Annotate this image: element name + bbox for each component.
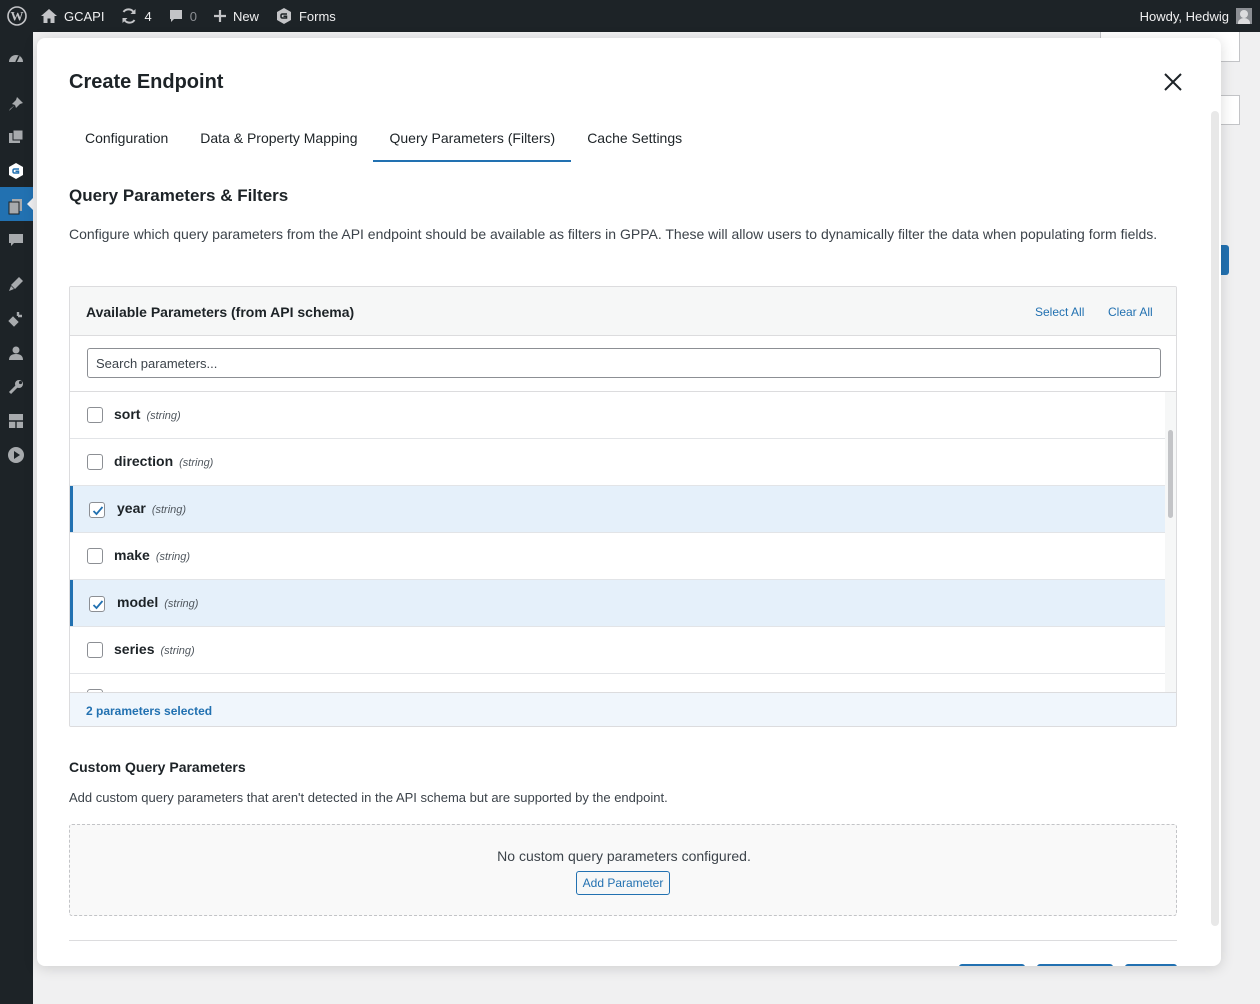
param-checkbox[interactable]: [87, 548, 103, 564]
param-row-partial[interactable]: [70, 674, 1165, 692]
avatar: [1236, 8, 1252, 24]
tab-query-parameters[interactable]: Query Parameters (Filters): [373, 122, 572, 162]
pages-icon[interactable]: [6, 196, 26, 216]
comments-count: 0: [189, 8, 197, 24]
parameter-list: sort (string) direction (string) year (stri…: [70, 392, 1165, 692]
comments-link[interactable]: 0: [160, 0, 205, 32]
param-type: (string): [160, 645, 195, 657]
custom-params-title: Custom Query Parameters: [69, 759, 246, 775]
svg-text:W: W: [11, 9, 24, 24]
media-icon[interactable]: [6, 128, 26, 148]
param-checkbox[interactable]: [87, 454, 103, 470]
param-checkbox[interactable]: [89, 596, 105, 612]
available-parameters-title: Available Parameters (from API schema): [86, 304, 355, 320]
gravity-forms-menu-icon[interactable]: [6, 161, 26, 181]
modal-title: Create Endpoint: [69, 71, 224, 93]
site-name-link[interactable]: GCAPI: [32, 0, 112, 32]
footer-button[interactable]: [1125, 964, 1177, 966]
wordpress-logo-icon[interactable]: W: [2, 0, 32, 32]
admin-sidebar: [0, 32, 33, 1004]
comment-icon: [169, 10, 182, 22]
modal-scrollbar[interactable]: [1211, 111, 1219, 926]
home-icon: [41, 9, 57, 23]
selected-count: 2 parameters selected: [86, 704, 213, 718]
forms-label: Forms: [298, 8, 336, 24]
tools-icon[interactable]: [6, 377, 26, 397]
comments-menu-icon[interactable]: [6, 230, 26, 250]
admin-bar: W GCAPI 4 0 New Forms Howdy, Hedwig: [0, 0, 1260, 32]
plus-icon: [213, 10, 226, 22]
param-name: year: [117, 500, 146, 516]
param-checkbox[interactable]: [87, 407, 103, 423]
section-description: Configure which query parameters from th…: [69, 226, 1158, 242]
forms-link[interactable]: Forms: [267, 0, 344, 32]
appearance-icon[interactable]: [6, 274, 26, 294]
howdy-text: Howdy, Hedwig: [1139, 8, 1229, 24]
plugins-icon[interactable]: [6, 309, 26, 329]
create-endpoint-modal: Create Endpoint Configuration Data & Pro…: [37, 38, 1221, 966]
section-title: Query Parameters & Filters: [69, 186, 289, 205]
param-type: (string): [151, 504, 187, 516]
param-type: (string): [164, 598, 199, 610]
param-name: model: [117, 594, 159, 610]
footer-button[interactable]: [1037, 964, 1113, 966]
updates-icon: [122, 8, 136, 24]
pin-icon[interactable]: [6, 94, 26, 114]
modal-tabs: Configuration Data & Property Mapping Qu…: [69, 122, 698, 162]
select-all-link[interactable]: Select All: [1035, 305, 1084, 319]
available-parameters-panel: Available Parameters (from API schema) S…: [69, 286, 1177, 727]
custom-params-empty-state: No custom query parameters configured. A…: [69, 824, 1177, 916]
param-type: (string): [155, 551, 191, 563]
empty-state-message: No custom query parameters configured.: [497, 848, 751, 864]
selected-count-bar: 2 parameters selected: [70, 692, 1176, 726]
site-name: GCAPI: [64, 8, 105, 24]
new-content-link[interactable]: New: [205, 0, 267, 32]
param-checkbox[interactable]: [89, 502, 105, 518]
play-icon[interactable]: [6, 445, 26, 465]
param-row-model[interactable]: model (string): [70, 580, 1165, 627]
param-row-series[interactable]: series (string): [70, 627, 1165, 674]
param-row-make[interactable]: make (string): [70, 533, 1165, 580]
param-row-direction[interactable]: direction (string): [70, 439, 1165, 486]
checkmark-icon: [92, 600, 104, 610]
footer-divider: [69, 940, 1177, 941]
parameter-list-scroll-thumb[interactable]: [1168, 430, 1173, 518]
param-type: (string): [146, 410, 181, 422]
param-type: (string): [179, 457, 214, 469]
clear-all-link[interactable]: Clear All: [1108, 305, 1153, 319]
param-name: make: [114, 547, 150, 563]
my-account-link[interactable]: Howdy, Hedwig: [1140, 0, 1260, 32]
tab-cache-settings[interactable]: Cache Settings: [571, 122, 698, 162]
footer-button[interactable]: [959, 964, 1025, 966]
search-wrapper: [70, 336, 1176, 392]
users-icon[interactable]: [6, 343, 26, 363]
custom-params-description: Add custom query parameters that aren't …: [69, 790, 668, 805]
tab-configuration[interactable]: Configuration: [69, 122, 184, 162]
param-row-year[interactable]: year (string): [70, 486, 1165, 533]
dashboard-icon[interactable]: [6, 48, 26, 68]
gravity-forms-icon: [276, 8, 291, 24]
updates-link[interactable]: 4: [112, 0, 159, 32]
tab-data-property-mapping[interactable]: Data & Property Mapping: [184, 122, 373, 162]
settings-icon[interactable]: [6, 411, 26, 431]
param-row-sort[interactable]: sort (string): [70, 392, 1165, 439]
param-name: direction: [114, 453, 174, 469]
param-checkbox[interactable]: [87, 642, 103, 658]
close-icon[interactable]: [1161, 70, 1185, 94]
updates-count: 4: [144, 8, 152, 24]
add-parameter-button[interactable]: Add Parameter: [576, 871, 670, 895]
param-name: sort: [114, 406, 141, 422]
param-name: series: [114, 641, 155, 657]
new-label: New: [232, 8, 259, 24]
search-parameters-input[interactable]: [87, 348, 1161, 378]
available-parameters-header: Available Parameters (from API schema) S…: [70, 287, 1176, 336]
checkmark-icon: [92, 506, 104, 516]
